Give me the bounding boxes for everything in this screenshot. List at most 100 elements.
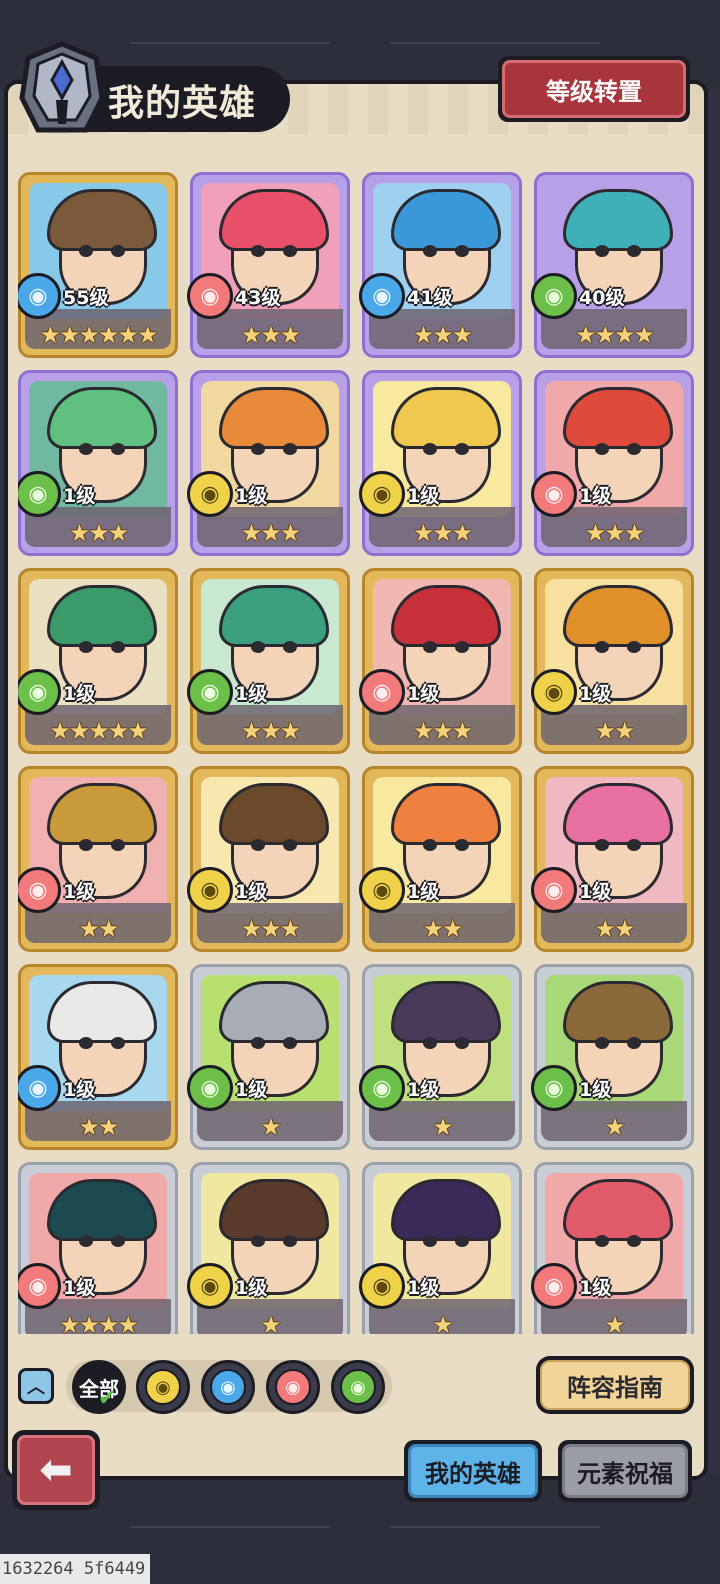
- hero-eye: [79, 1037, 93, 1049]
- hero-card[interactable]: ◉ 1级 ★★: [531, 568, 694, 754]
- hero-card[interactable]: ◉ 1级 ★★: [359, 766, 522, 952]
- hero-card[interactable]: ◉ 40级 ★★★★: [531, 172, 694, 358]
- hero-hair: [219, 189, 329, 251]
- water-element-icon: ◉: [210, 1369, 246, 1405]
- hero-card[interactable]: ◉ 1级 ★★★: [359, 568, 522, 754]
- hero-card[interactable]: ◉ 1级 ★★★: [187, 568, 350, 754]
- hero-level: 1级: [579, 881, 612, 903]
- hero-eye: [595, 245, 609, 257]
- hero-level: 1级: [235, 485, 268, 507]
- earth-element-icon: ◉: [187, 471, 233, 517]
- hero-eye: [111, 1037, 125, 1049]
- fire-element-icon: ◉: [531, 867, 577, 913]
- hero-level: 1级: [235, 683, 268, 705]
- hero-level: 1级: [235, 1079, 268, 1101]
- check-icon: ✔: [98, 1386, 117, 1411]
- hero-eye: [627, 443, 641, 455]
- hero-eye: [627, 1037, 641, 1049]
- hero-card[interactable]: ◉ 43级 ★★★: [187, 172, 350, 358]
- hero-eye: [627, 839, 641, 851]
- star-rating-icon: ★★★: [412, 519, 474, 547]
- hero-eye: [79, 443, 93, 455]
- collapse-toggle-button[interactable]: ︿: [18, 1368, 54, 1404]
- hero-card[interactable]: ◉ 1级 ★★: [18, 964, 178, 1150]
- star-rating-icon: ★★★★: [58, 1311, 139, 1334]
- star-rating-icon: ★: [432, 1311, 454, 1334]
- hero-eye: [595, 641, 609, 653]
- hero-hair: [563, 981, 673, 1043]
- hero-level: 1级: [63, 683, 96, 705]
- hero-eye: [627, 245, 641, 257]
- hero-level: 1级: [63, 881, 96, 903]
- wind-element-icon: ◉: [187, 669, 233, 715]
- lineup-guide-button[interactable]: 阵容指南: [536, 1356, 694, 1414]
- hero-eye: [627, 1235, 641, 1247]
- hero-card[interactable]: ◉ 1级 ★: [187, 964, 350, 1150]
- hero-hair: [563, 783, 673, 845]
- star-rating-icon: ★★★: [412, 321, 474, 349]
- hero-eye: [595, 1037, 609, 1049]
- wind-element-icon: ◉: [531, 273, 577, 319]
- level-transfer-button[interactable]: 等级转置: [498, 56, 690, 122]
- filter-fire-button[interactable]: ◉: [266, 1360, 320, 1414]
- hero-eye: [283, 839, 297, 851]
- fire-element-icon: ◉: [275, 1369, 311, 1405]
- wind-element-icon: ◉: [340, 1369, 376, 1405]
- hero-card[interactable]: ◉ 1级 ★: [531, 1162, 694, 1334]
- hero-eye: [423, 641, 437, 653]
- hero-level: 43级: [235, 287, 281, 309]
- hero-level: 1级: [407, 1079, 440, 1101]
- hero-card[interactable]: ◉ 1级 ★★★: [187, 766, 350, 952]
- hero-hair: [391, 981, 501, 1043]
- star-rating-icon: ★★: [422, 915, 463, 943]
- hero-card[interactable]: ◉ 1级 ★★★: [187, 370, 350, 556]
- hero-card[interactable]: ◉ 1级 ★★: [18, 766, 178, 952]
- star-rating-icon: ★★: [594, 717, 635, 745]
- hero-eye: [423, 1235, 437, 1247]
- divider: [390, 1526, 600, 1528]
- fire-element-icon: ◉: [359, 669, 405, 715]
- hero-hair: [391, 1179, 501, 1241]
- divider: [130, 42, 330, 44]
- divider: [130, 1526, 330, 1528]
- hero-level: 40级: [579, 287, 625, 309]
- filter-wind-button[interactable]: ◉: [331, 1360, 385, 1414]
- hero-card[interactable]: ◉ 1级 ★★★: [531, 370, 694, 556]
- filter-water-button[interactable]: ◉: [201, 1360, 255, 1414]
- hero-card[interactable]: ◉ 1级 ★: [359, 964, 522, 1150]
- hero-card[interactable]: ◉ 1级 ★★★: [359, 370, 522, 556]
- hero-hair: [47, 387, 157, 449]
- hero-hair: [219, 1179, 329, 1241]
- tab-my-heroes[interactable]: 我的英雄: [404, 1440, 542, 1502]
- hero-eye: [251, 443, 265, 455]
- hero-eye: [283, 1037, 297, 1049]
- hero-level: 1级: [63, 1277, 96, 1299]
- hero-card[interactable]: ◉ 1级 ★★★★: [18, 1162, 178, 1334]
- hero-hair: [563, 189, 673, 251]
- hero-card[interactable]: ◉ 1级 ★★★★★: [18, 568, 178, 754]
- fire-element-icon: ◉: [531, 471, 577, 517]
- hero-eye: [455, 839, 469, 851]
- page-title: 我的英雄: [108, 83, 257, 124]
- back-button[interactable]: ⬅: [12, 1430, 100, 1510]
- hero-card[interactable]: ◉ 1级 ★★: [531, 766, 694, 952]
- tab-element-blessing[interactable]: 元素祝福: [558, 1440, 692, 1502]
- hero-card[interactable]: ◉ 1级 ★: [359, 1162, 522, 1334]
- lineup-guide-label: 阵容指南: [540, 1360, 690, 1410]
- hero-eye: [455, 443, 469, 455]
- hero-eye: [251, 839, 265, 851]
- hero-card[interactable]: ◉ 1级 ★: [531, 964, 694, 1150]
- hero-level: 1级: [63, 485, 96, 507]
- earth-element-icon: ◉: [187, 867, 233, 913]
- hero-level: 1级: [407, 485, 440, 507]
- hero-grid[interactable]: ◉ 55级 ★★★★★★ ◉ 43级 ★★★ ◉ 41级 ★★★ ◉ 40级 ★★★★ ◉ 1级 ★★★ ◉ 1…: [18, 172, 694, 1334]
- hero-eye: [79, 245, 93, 257]
- hero-card[interactable]: ◉ 55级 ★★★★★★: [18, 172, 178, 358]
- wind-element-icon: ◉: [187, 1065, 233, 1111]
- hero-card[interactable]: ◉ 41级 ★★★: [359, 172, 522, 358]
- hero-hair: [391, 585, 501, 647]
- filter-earth-button[interactable]: ◉: [136, 1360, 190, 1414]
- hero-card[interactable]: ◉ 1级 ★★★: [18, 370, 178, 556]
- hero-card[interactable]: ◉ 1级 ★: [187, 1162, 350, 1334]
- hero-eye: [283, 641, 297, 653]
